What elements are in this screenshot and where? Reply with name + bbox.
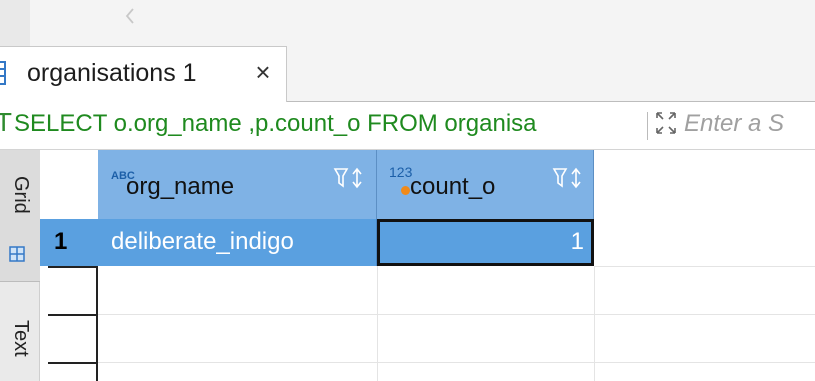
sort-filter-icon[interactable]	[552, 166, 588, 190]
cell-value: deliberate_indigo	[111, 228, 294, 255]
table-icon	[0, 61, 6, 85]
query-text: SELECT o.org_name ,p.count_o FROM organi…	[14, 110, 537, 137]
side-tab-text-label[interactable]: Text	[10, 320, 32, 357]
tab-label: organisations 1	[27, 59, 197, 87]
grid-line	[98, 314, 815, 315]
number-type-icon: 123	[389, 164, 413, 180]
chevron-left-icon[interactable]	[118, 4, 142, 28]
top-strip-left	[0, 0, 30, 46]
query-separator	[647, 112, 648, 140]
cell-value: 1	[570, 228, 584, 255]
row-divider	[48, 266, 98, 268]
close-icon[interactable]: ×	[248, 56, 278, 88]
column-header-label: count_o	[410, 173, 496, 200]
grid-icon	[9, 246, 25, 262]
side-tab-grid-label: Grid	[10, 176, 32, 214]
column-header-label: org_name	[126, 173, 235, 200]
grid-line	[98, 362, 815, 363]
row-number-cell[interactable]	[40, 219, 98, 266]
header-empty-area	[594, 150, 815, 219]
grid-line	[377, 266, 378, 381]
grid-line	[594, 266, 595, 381]
corner-header[interactable]	[40, 150, 98, 219]
side-tab-grid[interactable]	[0, 150, 40, 282]
expand-icon[interactable]	[654, 110, 678, 136]
filter-input[interactable]: Enter a S	[684, 108, 784, 140]
key-dot-icon	[401, 186, 410, 195]
row-divider	[48, 314, 98, 316]
grid-line	[594, 266, 815, 267]
row-number: 1	[54, 228, 68, 255]
sort-filter-icon[interactable]	[333, 166, 369, 190]
row-divider	[48, 362, 98, 364]
text-type-icon: T	[0, 108, 12, 137]
